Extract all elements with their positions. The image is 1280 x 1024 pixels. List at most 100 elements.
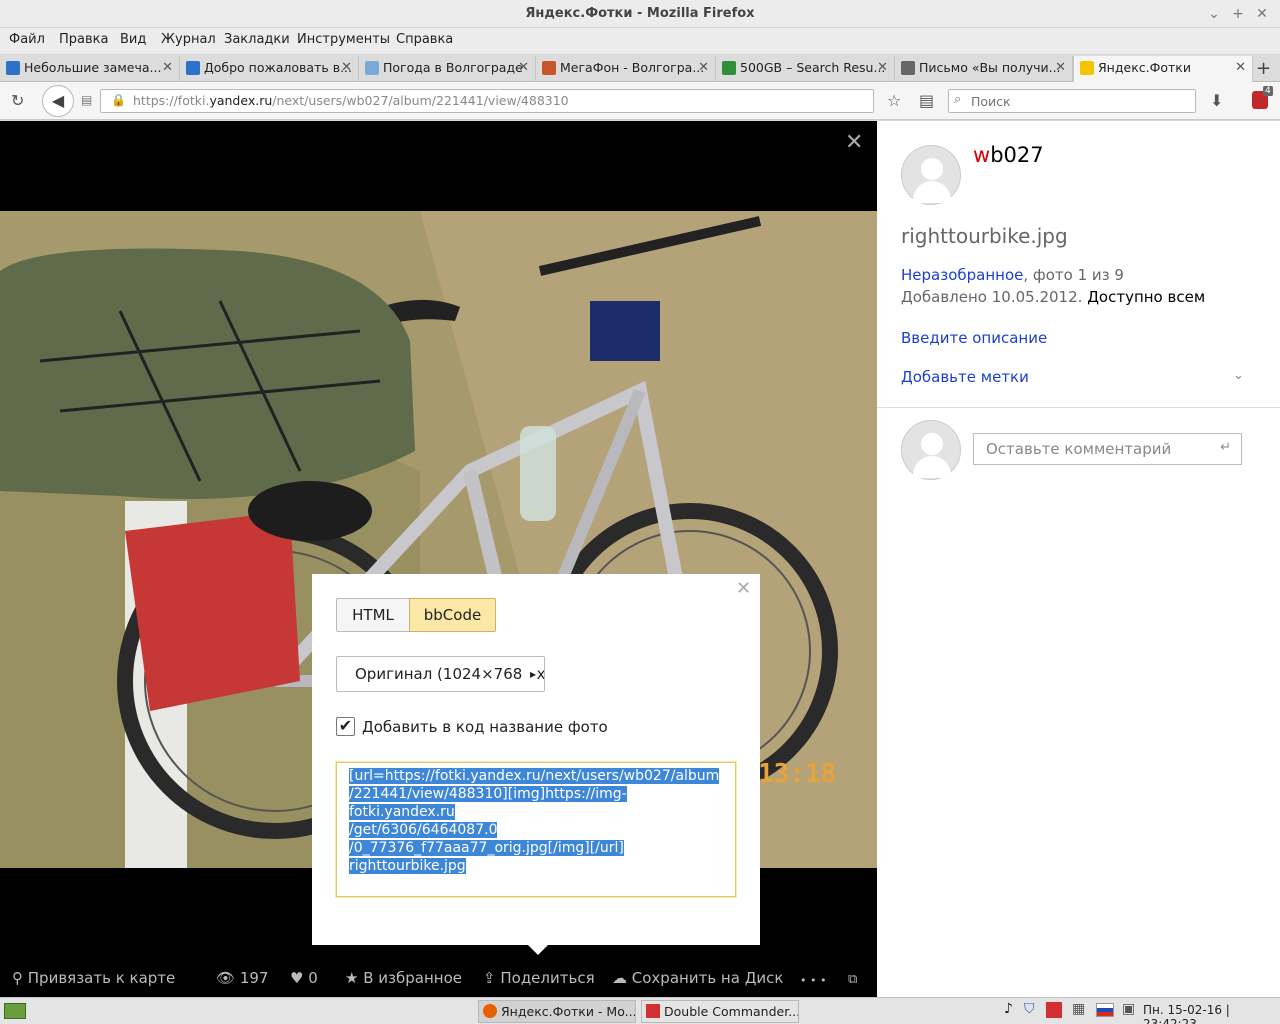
close-dialog-icon[interactable]: ✕ [736,578,751,599]
tab-label: МегаФон - Волгогра... [560,60,705,75]
heart-icon: ♥ [290,969,304,987]
keyboard-layout-flag-icon[interactable] [1096,1003,1114,1017]
reader-list-icon[interactable]: ▤ [919,91,934,110]
shield-icon[interactable]: ⛉ [1024,1001,1035,1017]
dropdown-arrow-icon: ▸ [527,657,536,691]
divider [877,407,1280,408]
photo-timestamp: 13:18 [758,759,837,789]
code-line: /221441/view/488310][img]https://img-fot… [349,786,627,820]
map-pin-button[interactable]: ⚲ Привязать к карте [12,969,175,987]
user-name[interactable]: wb027 [973,143,1044,167]
tab-4[interactable]: МегаФон - Волгогра... ✕ [536,56,716,82]
tab-close-icon[interactable]: ✕ [877,56,888,80]
comment-input[interactable]: Оставьте комментарий ↵ [973,433,1242,465]
menu-bar: Файл Правка Вид Журнал Закладки Инструме… [0,28,1280,54]
network-icon[interactable]: ▦ [1072,1001,1085,1017]
include-title-checkbox[interactable]: ✔ [336,717,355,736]
tab-1[interactable]: Небольшие замеча... ✕ [0,56,180,82]
tab-bar: Небольшие замеча... ✕ Добро пожаловать в… [0,54,1280,83]
menu-history[interactable]: Журнал [161,32,216,47]
tab-close-icon[interactable]: ✕ [518,56,529,80]
tab-label: Яндекс.Фотки [1098,60,1191,75]
menu-file[interactable]: Файл [9,32,45,47]
like-button[interactable]: ♥ 0 [290,969,318,987]
add-tags-link[interactable]: Добавьте метки [901,368,1029,386]
tab-bbcode[interactable]: bbCode [409,598,496,632]
eye-icon: 👁 [216,969,236,987]
size-select[interactable]: Оригинал (1024×768 px) ▸ [336,656,545,692]
tab-5[interactable]: 500GB – Search Resu... ✕ [716,56,895,82]
system-taskbar: Яндекс.Фотки - Mo... Double Commander...… [0,997,1280,1024]
tab-close-icon[interactable]: ✕ [1235,56,1246,80]
close-window-icon[interactable]: ✕ [1252,4,1272,24]
photo-filename: righttourbike.jpg [901,224,1068,248]
tab-close-icon[interactable]: ✕ [162,56,173,80]
taskbar-item-firefox[interactable]: Яндекс.Фотки - Mo... [478,1000,636,1023]
enter-icon: ↵ [1220,440,1231,455]
tab-close-icon[interactable]: ✕ [341,56,352,80]
url-bar[interactable]: ▤ 🔒 https://fotki.yandex.ru/next/users/w… [81,89,874,113]
chevron-down-icon[interactable]: ⌄ [1233,368,1244,383]
tray-app-icon[interactable] [1046,1002,1062,1018]
minimize-icon[interactable]: ⌄ [1204,4,1224,24]
include-title-label: Добавить в код название фото [362,718,608,736]
code-line: /get/6306/6464087.0 [349,822,498,838]
save-to-disk-button[interactable]: ☁ Сохранить на Диск [612,969,783,987]
views-counter: 👁 197 [216,969,269,987]
mail-icon [6,61,20,75]
tab-7-active[interactable]: Яндекс.Фотки ✕ [1073,56,1253,83]
menu-tools[interactable]: Инструменты [297,32,390,47]
bookmark-star-icon[interactable]: ☆ [887,91,901,110]
star-icon: ★ [345,969,359,987]
user-avatar[interactable] [901,145,961,205]
chat-icon [542,61,556,75]
weather-icon [365,61,379,75]
yandex-fotki-icon [1080,61,1094,75]
tab-2[interactable]: Добро пожаловать в... ✕ [180,56,359,82]
fullscreen-icon[interactable]: ⧉ [848,972,857,987]
tab-close-icon[interactable]: ✕ [1055,56,1066,80]
tab-label: 500GB – Search Resu... [740,60,886,75]
drive-icon [722,61,736,75]
tab-6[interactable]: Письмо «Вы получи... ✕ [895,56,1073,82]
add-description-link[interactable]: Введите описание [901,329,1047,347]
more-button[interactable]: • • • [800,974,826,987]
maximize-icon[interactable]: + [1228,4,1248,24]
reload-icon[interactable]: ↻ [11,91,24,110]
search-box[interactable]: ⌕ [948,89,1196,113]
album-info: Неразобранное, фото 1 из 9 [901,266,1124,284]
taskbar-item-doublecmd[interactable]: Double Commander... [641,1000,799,1023]
tab-3[interactable]: Погода в Волгограде ✕ [359,56,536,82]
share-button[interactable]: ⇪ Поделиться [483,969,595,987]
url-text: https://fotki.yandex.ru/next/users/wb027… [133,93,569,108]
mail-icon [186,61,200,75]
download-icon[interactable]: ⬇ [1210,91,1223,110]
search-input[interactable] [971,92,1181,110]
envelope-icon [901,61,915,75]
window-title: Яндекс.Фотки - Mozilla Firefox [525,6,755,21]
share-icon: ⇪ [483,969,496,987]
menu-edit[interactable]: Правка [59,32,108,47]
tab-label: Погода в Волгограде [383,60,523,75]
album-link[interactable]: Неразобранное [901,266,1023,284]
clipboard-icon[interactable]: ▣ [1122,1001,1135,1017]
close-viewer-icon[interactable]: ✕ [845,130,863,155]
tab-html[interactable]: HTML [336,598,410,632]
access-level[interactable]: Доступно всем [1087,288,1205,306]
menu-view[interactable]: Вид [120,32,146,47]
clock[interactable]: Пн. 15-02-16 | 23:42:23 [1143,1003,1280,1024]
new-tab-icon[interactable]: + [1256,58,1271,79]
tab-label: Письмо «Вы получи... [919,60,1061,75]
embed-code-textarea[interactable]: [url=https://fotki.yandex.ru/next/users/… [336,762,736,897]
audio-icon[interactable]: ♪ [1004,1001,1013,1017]
back-icon[interactable]: ◀ [42,85,74,117]
favorite-button[interactable]: ★ В избранное [345,969,462,987]
tab-label: Небольшие замеча... [24,60,162,75]
tab-close-icon[interactable]: ✕ [698,56,709,80]
my-avatar [901,420,961,480]
menu-help[interactable]: Справка [396,32,453,47]
menu-bookmarks[interactable]: Закладки [224,32,290,47]
start-menu-icon[interactable] [4,1003,26,1019]
lock-icon: 🔒 [111,93,126,107]
code-line: [url=https://fotki.yandex.ru/next/users/… [349,768,720,784]
